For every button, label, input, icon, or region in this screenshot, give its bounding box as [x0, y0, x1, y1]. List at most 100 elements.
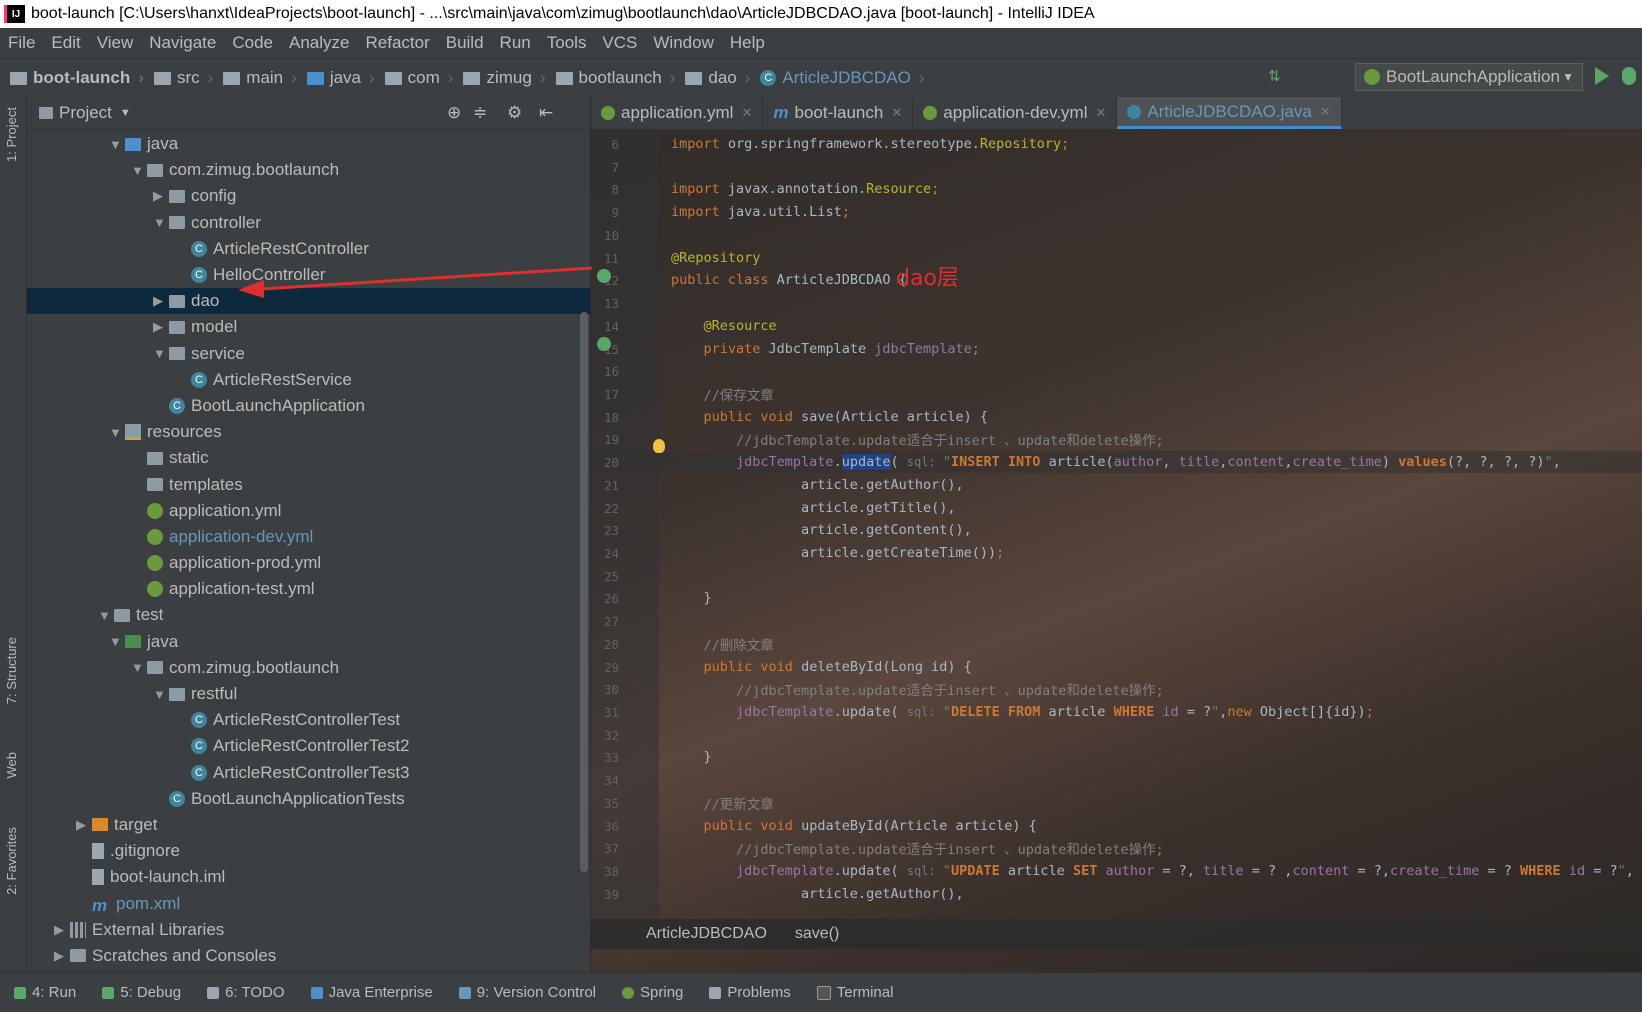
tree-item-templates[interactable]: templates [27, 471, 590, 497]
menu-file[interactable]: File [0, 33, 43, 53]
chevron-down-icon[interactable]: ▼ [98, 608, 114, 623]
tree-item-articlerestcontrollertest3[interactable]: C ArticleRestControllerTest3 [27, 760, 590, 786]
chevron-down-icon[interactable]: ▼ [120, 107, 131, 119]
chevron-right-icon[interactable]: ▶ [153, 319, 169, 335]
code-breadcrumb-class[interactable]: ArticleJDBCDAO [646, 925, 767, 943]
menu-analyze[interactable]: Analyze [281, 33, 357, 53]
tool-debug[interactable]: 5: Debug [102, 984, 181, 1001]
tree-item-test[interactable]: ▼ test [27, 602, 590, 628]
menu-build[interactable]: Build [438, 33, 492, 53]
chevron-down-icon[interactable]: ▼ [109, 425, 125, 440]
tree-item-com-zimug-bootlaunch[interactable]: ▼ com.zimug.bootlaunch [27, 655, 590, 681]
chevron-right-icon[interactable]: ▶ [153, 188, 169, 204]
tree-item-external-libraries[interactable]: ▶ External Libraries [27, 917, 590, 943]
tree-item-bootlaunchapplication[interactable]: C BootLaunchApplication [27, 393, 590, 419]
chevron-right-icon[interactable]: ▶ [76, 817, 92, 833]
tree-item-pom-xml[interactable]: m pom.xml [27, 890, 590, 916]
tool-spring[interactable]: Spring [622, 984, 683, 1001]
tree-item-articlerestcontrollertest[interactable]: C ArticleRestControllerTest [27, 707, 590, 733]
chevron-right-icon[interactable]: ▶ [54, 922, 70, 938]
tree-item-bootlaunchapplicationtests[interactable]: C BootLaunchApplicationTests [27, 786, 590, 812]
build-icon[interactable]: ⇅ [1268, 67, 1281, 85]
menu-view[interactable]: View [89, 33, 142, 53]
tree-item-application-yml[interactable]: application.yml [27, 498, 590, 524]
code-breadcrumb-method[interactable]: save() [795, 925, 839, 943]
tool-version-control[interactable]: 9: Version Control [458, 984, 596, 1001]
tree-item--gitignore[interactable]: .gitignore [27, 838, 590, 864]
tool-todo[interactable]: 6: TODO [207, 984, 285, 1001]
breadcrumb-dao[interactable]: dao › [675, 68, 750, 88]
project-panel-title[interactable]: Project [59, 103, 112, 123]
favorites-tool-tab[interactable]: 2: Favorites [4, 827, 19, 895]
tree-item-model[interactable]: ▶ model [27, 314, 590, 340]
menu-navigate[interactable]: Navigate [141, 33, 224, 53]
chevron-down-icon[interactable]: ▼ [153, 346, 169, 361]
tree-item-scratches-and-consoles[interactable]: ▶ Scratches and Consoles [27, 943, 590, 969]
tree-item-articlerestcontrollertest2[interactable]: C ArticleRestControllerTest2 [27, 733, 590, 759]
chevron-down-icon[interactable]: ▼ [153, 215, 169, 230]
menu-vcs[interactable]: VCS [594, 33, 645, 53]
close-icon[interactable]: ✕ [741, 105, 752, 121]
menu-run[interactable]: Run [492, 33, 539, 53]
tree-item-application-test-yml[interactable]: application-test.yml [27, 576, 590, 602]
tab-application-yml[interactable]: application.yml ✕ [591, 97, 764, 129]
spring-bean-gutter-icon[interactable] [597, 269, 611, 283]
breadcrumb-class[interactable]: C ArticleJDBCDAO › [750, 68, 925, 88]
tree-item-com-zimug-bootlaunch[interactable]: ▼ com.zimug.bootlaunch [27, 157, 590, 183]
tree-item-resources[interactable]: ▼ resources [27, 419, 590, 445]
tree-item-hellocontroller[interactable]: C HelloController [27, 262, 590, 288]
tree-item-application-dev-yml[interactable]: application-dev.yml [27, 524, 590, 550]
tab-application-dev-yml[interactable]: application-dev.yml ✕ [913, 97, 1118, 129]
hide-panel-icon[interactable]: ⇤ [539, 103, 553, 123]
breadcrumb-bootlaunch[interactable]: bootlaunch › [546, 68, 675, 88]
chevron-down-icon[interactable]: ▼ [131, 163, 147, 178]
structure-tool-tab[interactable]: 7: Structure [4, 637, 19, 704]
breadcrumb-main[interactable]: main › [213, 68, 297, 88]
tab-articlejdbcdao-java[interactable]: ArticleJDBCDAO.java ✕ [1117, 97, 1342, 129]
breadcrumb-com[interactable]: com › [375, 68, 453, 88]
menu-edit[interactable]: Edit [43, 33, 88, 53]
tool-terminal[interactable]: Terminal [816, 984, 893, 1001]
locate-icon[interactable]: ⊕ [447, 103, 461, 123]
tab-boot-launch[interactable]: m boot-launch ✕ [763, 97, 914, 129]
close-icon[interactable]: ✕ [1320, 104, 1331, 120]
tree-item-articlerestcontroller[interactable]: C ArticleRestController [27, 236, 590, 262]
tree-item-java[interactable]: ▼ java [27, 629, 590, 655]
tree-item-application-prod-yml[interactable]: application-prod.yml [27, 550, 590, 576]
tree-item-dao[interactable]: ▶ dao [27, 288, 590, 315]
breadcrumb-java[interactable]: java › [297, 68, 375, 88]
tool-run[interactable]: 4: Run [14, 984, 76, 1001]
tree-item-service[interactable]: ▼ service [27, 341, 590, 367]
tree-item-articlerestservice[interactable]: C ArticleRestService [27, 367, 590, 393]
tree-item-restful[interactable]: ▼ restful [27, 681, 590, 707]
run-configuration-select[interactable]: BootLaunchApplication ▼ [1355, 63, 1583, 91]
menu-window[interactable]: Window [645, 33, 721, 53]
breadcrumb-project[interactable]: boot-launch › [0, 68, 144, 88]
breadcrumb-src[interactable]: src › [144, 68, 213, 88]
code-area[interactable]: 6 import org.springframework.stereotype.R… [591, 129, 1642, 919]
tree-item-static[interactable]: static [27, 445, 590, 471]
tree-item-config[interactable]: ▶ config [27, 183, 590, 209]
run-icon[interactable] [1595, 67, 1609, 85]
tool-problems[interactable]: Problems [709, 984, 791, 1001]
tree-item-boot-launch-iml[interactable]: boot-launch.iml [27, 864, 590, 890]
autowired-gutter-icon[interactable] [597, 337, 611, 351]
collapse-all-icon[interactable]: ≑ [473, 103, 487, 123]
lightbulb-icon[interactable] [653, 439, 665, 453]
tree-scrollbar[interactable] [580, 312, 588, 872]
menu-tools[interactable]: Tools [539, 33, 595, 53]
chevron-down-icon[interactable]: ▼ [153, 687, 169, 702]
chevron-right-icon[interactable]: ▶ [54, 948, 70, 964]
close-icon[interactable]: ✕ [891, 105, 902, 121]
tree-item-java[interactable]: ▼ java [27, 131, 590, 157]
chevron-down-icon[interactable]: ▼ [131, 660, 147, 675]
web-tool-tab[interactable]: Web [4, 752, 19, 779]
chevron-down-icon[interactable]: ▼ [109, 634, 125, 649]
chevron-right-icon[interactable]: ▶ [153, 293, 169, 309]
menu-help[interactable]: Help [722, 33, 773, 53]
tree-item-controller[interactable]: ▼ controller [27, 210, 590, 236]
menu-code[interactable]: Code [224, 33, 281, 53]
menu-refactor[interactable]: Refactor [357, 33, 437, 53]
gear-icon[interactable]: ⚙ [507, 103, 522, 123]
close-icon[interactable]: ✕ [1096, 105, 1107, 121]
